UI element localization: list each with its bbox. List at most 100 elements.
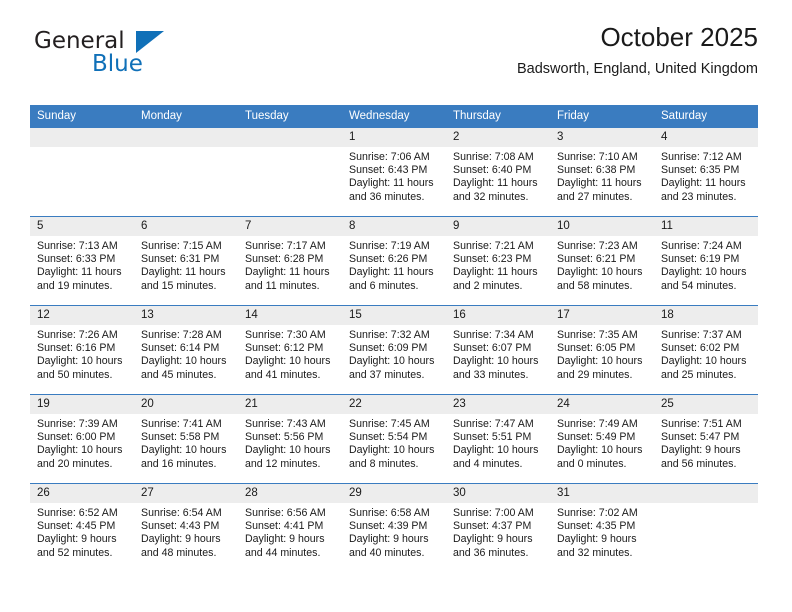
daylight-duration-line1: Daylight: 9 hours [245, 533, 325, 546]
calendar-day-cell[interactable]: 11 Sunrise: 7:24 AM Sunset: 6:19 PM Dayligh… [654, 216, 758, 306]
calendar-day-cell[interactable]: 20 Sunrise: 7:41 AM Sunset: 5:58 PM Dayligh… [134, 394, 238, 484]
day-details: Sunrise: 7:21 AM Sunset: 6:23 PM Daylight:… [446, 236, 550, 293]
calendar-week-row: 12 Sunrise: 7:26 AM Sunset: 6:16 PM Dayligh… [30, 305, 758, 395]
sunset-time: Sunset: 4:45 PM [37, 520, 116, 533]
calendar-day-cell[interactable]: 14 Sunrise: 7:30 AM Sunset: 6:12 PM Dayligh… [238, 305, 342, 395]
sunset-time: Sunset: 4:41 PM [245, 520, 324, 533]
calendar-day-cell[interactable]: 21 Sunrise: 7:43 AM Sunset: 5:56 PM Dayligh… [238, 394, 342, 484]
calendar-day-cell-empty [238, 127, 342, 217]
calendar-day-cell[interactable]: 12 Sunrise: 7:26 AM Sunset: 6:16 PM Dayligh… [30, 305, 134, 395]
sunset-time: Sunset: 6:35 PM [661, 164, 740, 177]
calendar-day-cell[interactable]: 18 Sunrise: 7:37 AM Sunset: 6:02 PM Dayligh… [654, 305, 758, 395]
sunrise-time: Sunrise: 7:12 AM [661, 151, 742, 163]
sunset-time: Sunset: 6:21 PM [557, 253, 636, 266]
day-details: Sunrise: 7:12 AM Sunset: 6:35 PM Daylight:… [654, 147, 758, 204]
sunrise-time: Sunrise: 7:24 AM [661, 240, 742, 252]
weekday-header-tuesday: Tuesday [238, 105, 342, 128]
daylight-duration-line1: Daylight: 11 hours [37, 266, 122, 279]
calendar-week-row: 26 Sunrise: 6:52 AM Sunset: 4:45 PM Dayligh… [30, 483, 758, 572]
calendar-week-row: 1 Sunrise: 7:06 AM Sunset: 6:43 PM Daylight… [30, 127, 758, 217]
calendar-day-cell[interactable]: 3 Sunrise: 7:10 AM Sunset: 6:38 PM Daylight… [550, 127, 654, 217]
calendar-day-cell[interactable]: 25 Sunrise: 7:51 AM Sunset: 5:47 PM Dayligh… [654, 394, 758, 484]
sunrise-time: Sunrise: 7:23 AM [557, 240, 638, 252]
sunset-time: Sunset: 4:43 PM [141, 520, 220, 533]
calendar-day-cell[interactable]: 29 Sunrise: 6:58 AM Sunset: 4:39 PM Dayligh… [342, 483, 446, 572]
calendar-day-cell[interactable]: 19 Sunrise: 7:39 AM Sunset: 6:00 PM Dayligh… [30, 394, 134, 484]
sunset-time: Sunset: 6:38 PM [557, 164, 636, 177]
calendar-day-cell[interactable]: 17 Sunrise: 7:35 AM Sunset: 6:05 PM Dayligh… [550, 305, 654, 395]
calendar-day-cell[interactable]: 6 Sunrise: 7:15 AM Sunset: 6:31 PM Daylight… [134, 216, 238, 306]
day-details: Sunrise: 7:15 AM Sunset: 6:31 PM Daylight:… [134, 236, 238, 293]
calendar-day-cell[interactable]: 28 Sunrise: 6:56 AM Sunset: 4:41 PM Dayligh… [238, 483, 342, 572]
sunrise-time: Sunrise: 7:10 AM [557, 151, 638, 163]
day-details: Sunrise: 7:08 AM Sunset: 6:40 PM Daylight:… [446, 147, 550, 204]
daylight-duration-line1: Daylight: 9 hours [141, 533, 221, 546]
sunset-time: Sunset: 6:16 PM [37, 342, 116, 355]
calendar-day-cell-empty [654, 483, 758, 572]
sunrise-time: Sunrise: 7:13 AM [37, 240, 118, 252]
daylight-duration-line2: and 0 minutes. [557, 457, 627, 470]
weekday-header-thursday: Thursday [446, 105, 550, 128]
calendar-day-cell[interactable]: 5 Sunrise: 7:13 AM Sunset: 6:33 PM Daylight… [30, 216, 134, 306]
daylight-duration-line2: and 6 minutes. [349, 279, 419, 292]
daylight-duration-line2: and 36 minutes. [453, 546, 529, 559]
calendar-day-cell[interactable]: 23 Sunrise: 7:47 AM Sunset: 5:51 PM Dayligh… [446, 394, 550, 484]
sunset-time: Sunset: 6:40 PM [453, 164, 532, 177]
sunset-time: Sunset: 6:14 PM [141, 342, 220, 355]
day-number: 26 [30, 484, 134, 503]
page-header: General Blue October 2025 Badsworth, Eng… [30, 22, 758, 98]
calendar-day-cell[interactable]: 2 Sunrise: 7:08 AM Sunset: 6:40 PM Daylight… [446, 127, 550, 217]
calendar-day-cell[interactable]: 7 Sunrise: 7:17 AM Sunset: 6:28 PM Daylight… [238, 216, 342, 306]
daylight-duration-line1: Daylight: 9 hours [37, 533, 117, 546]
calendar-day-cell[interactable]: 8 Sunrise: 7:19 AM Sunset: 6:26 PM Daylight… [342, 216, 446, 306]
day-details: Sunrise: 7:02 AM Sunset: 4:35 PM Daylight:… [550, 503, 654, 560]
sunset-time: Sunset: 6:28 PM [245, 253, 324, 266]
sunrise-time: Sunrise: 7:17 AM [245, 240, 326, 252]
calendar-day-cell[interactable]: 4 Sunrise: 7:12 AM Sunset: 6:35 PM Daylight… [654, 127, 758, 217]
day-details: Sunrise: 7:17 AM Sunset: 6:28 PM Daylight:… [238, 236, 342, 293]
calendar-day-cell[interactable]: 27 Sunrise: 6:54 AM Sunset: 4:43 PM Dayligh… [134, 483, 238, 572]
daylight-duration-line2: and 8 minutes. [349, 457, 419, 470]
general-blue-logo[interactable]: General Blue [34, 28, 234, 84]
calendar-day-cell[interactable]: 15 Sunrise: 7:32 AM Sunset: 6:09 PM Dayligh… [342, 305, 446, 395]
sunset-time: Sunset: 5:54 PM [349, 431, 428, 444]
calendar-day-cell[interactable]: 24 Sunrise: 7:49 AM Sunset: 5:49 PM Dayligh… [550, 394, 654, 484]
day-number: 8 [342, 217, 446, 236]
day-details: Sunrise: 6:52 AM Sunset: 4:45 PM Daylight:… [30, 503, 134, 560]
day-number: 5 [30, 217, 134, 236]
calendar-page: General Blue October 2025 Badsworth, Eng… [0, 0, 792, 612]
calendar-day-cell-empty [134, 127, 238, 217]
calendar-day-cell[interactable]: 13 Sunrise: 7:28 AM Sunset: 6:14 PM Dayligh… [134, 305, 238, 395]
daylight-duration-line2: and 37 minutes. [349, 368, 425, 381]
calendar-day-cell[interactable]: 31 Sunrise: 7:02 AM Sunset: 4:35 PM Dayligh… [550, 483, 654, 572]
sunset-time: Sunset: 6:12 PM [245, 342, 324, 355]
sunrise-time: Sunrise: 6:56 AM [245, 507, 326, 519]
daylight-duration-line1: Daylight: 10 hours [453, 444, 539, 457]
calendar-day-cell[interactable]: 30 Sunrise: 7:00 AM Sunset: 4:37 PM Dayligh… [446, 483, 550, 572]
day-number: 4 [654, 128, 758, 147]
calendar-day-cell[interactable]: 22 Sunrise: 7:45 AM Sunset: 5:54 PM Dayligh… [342, 394, 446, 484]
calendar-day-cell[interactable]: 26 Sunrise: 6:52 AM Sunset: 4:45 PM Dayligh… [30, 483, 134, 572]
sunset-time: Sunset: 5:47 PM [661, 431, 740, 444]
daylight-duration-line1: Daylight: 10 hours [37, 444, 123, 457]
daylight-duration-line2: and 54 minutes. [661, 279, 737, 292]
weekday-header-wednesday: Wednesday [342, 105, 446, 128]
sunset-time: Sunset: 4:37 PM [453, 520, 532, 533]
calendar-day-cell[interactable]: 10 Sunrise: 7:23 AM Sunset: 6:21 PM Dayligh… [550, 216, 654, 306]
daylight-duration-line2: and 32 minutes. [557, 546, 633, 559]
calendar-day-cell-empty [30, 127, 134, 217]
day-details: Sunrise: 7:32 AM Sunset: 6:09 PM Daylight:… [342, 325, 446, 382]
calendar-day-cell[interactable]: 1 Sunrise: 7:06 AM Sunset: 6:43 PM Daylight… [342, 127, 446, 217]
sunset-time: Sunset: 6:05 PM [557, 342, 636, 355]
sunrise-time: Sunrise: 6:52 AM [37, 507, 118, 519]
daylight-duration-line2: and 11 minutes. [245, 279, 320, 292]
calendar-day-cell[interactable]: 16 Sunrise: 7:34 AM Sunset: 6:07 PM Dayligh… [446, 305, 550, 395]
weekday-header-saturday: Saturday [654, 105, 758, 128]
page-title: October 2025 [600, 22, 758, 52]
calendar-day-cell[interactable]: 9 Sunrise: 7:21 AM Sunset: 6:23 PM Daylight… [446, 216, 550, 306]
sunrise-time: Sunrise: 7:43 AM [245, 418, 326, 430]
day-number: 18 [654, 306, 758, 325]
weekday-header-row: Sunday Monday Tuesday Wednesday Thursday… [30, 105, 758, 128]
daylight-duration-line1: Daylight: 10 hours [141, 444, 227, 457]
weekday-header-sunday: Sunday [30, 105, 134, 128]
